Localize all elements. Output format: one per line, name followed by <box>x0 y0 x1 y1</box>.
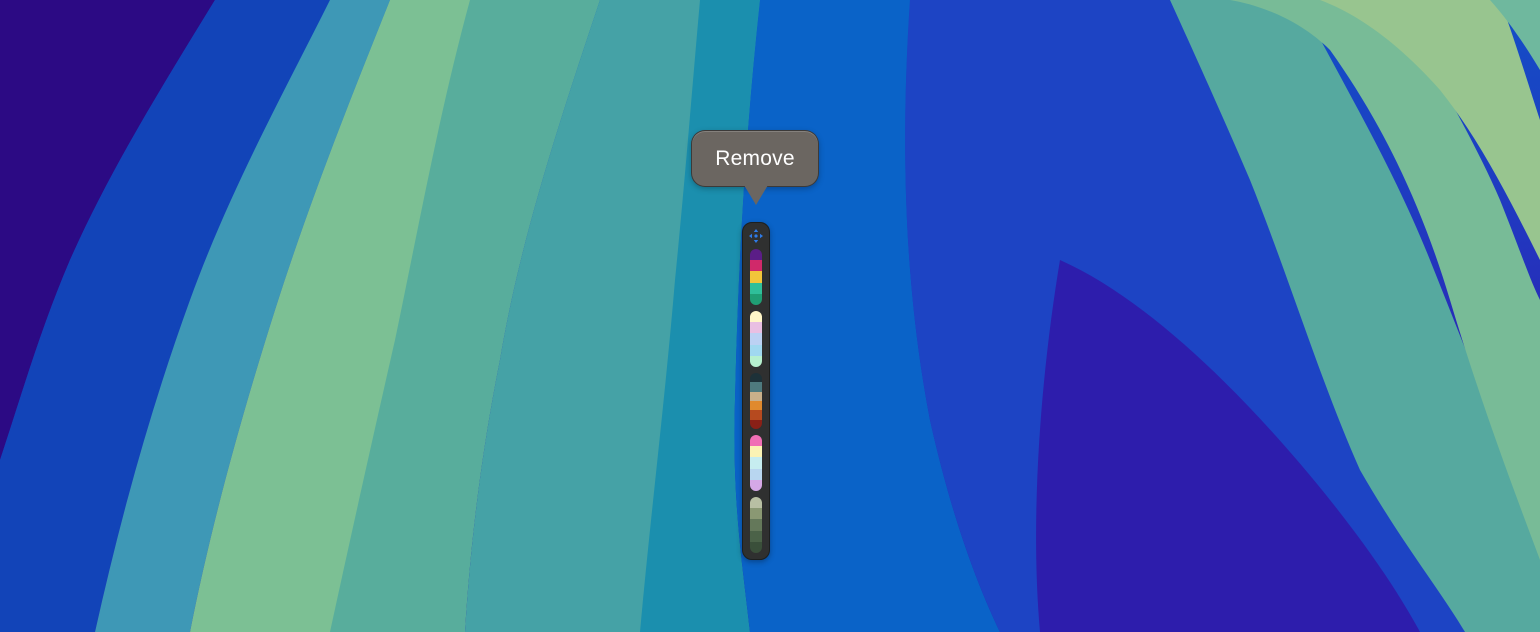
palette-color-band <box>750 373 762 383</box>
palette-color-band <box>750 419 762 429</box>
palette-color-band <box>750 446 762 458</box>
palette-color-band <box>750 519 762 531</box>
desktop: Remove <box>0 0 1540 632</box>
palette-color-band <box>750 541 762 553</box>
palette-color-band <box>750 333 762 345</box>
wallpaper <box>0 0 1540 632</box>
palette-color-band <box>750 322 762 334</box>
palette-color-band <box>750 410 762 420</box>
palette-color-band <box>750 468 762 480</box>
remove-tooltip: Remove <box>691 130 819 187</box>
palette-color-band <box>750 355 762 367</box>
palette-color-band <box>750 271 762 283</box>
palette-color-band <box>750 479 762 491</box>
palette-toolbar <box>742 222 770 560</box>
palette-color-band <box>750 508 762 520</box>
palette-color-band <box>750 293 762 305</box>
tooltip-arrow <box>744 185 768 205</box>
palette-color-band <box>750 530 762 542</box>
palette-color-band <box>750 435 762 447</box>
color-palette-swatch-3[interactable] <box>750 373 762 429</box>
move-arrows-icon <box>749 229 763 243</box>
palette-color-band <box>750 260 762 272</box>
palette-color-band <box>750 497 762 509</box>
palette-color-band <box>750 382 762 392</box>
palette-color-band <box>750 282 762 294</box>
color-palette-swatch-5[interactable] <box>750 497 762 553</box>
palette-color-band <box>750 249 762 261</box>
color-palette-swatch-4[interactable] <box>750 435 762 491</box>
palette-color-band <box>750 344 762 356</box>
move-handle[interactable] <box>743 228 769 244</box>
palette-color-band <box>750 457 762 469</box>
color-palette-swatch-1[interactable] <box>750 249 762 305</box>
palette-color-band <box>750 400 762 411</box>
palette-color-band <box>750 391 762 401</box>
color-palette-swatch-2[interactable] <box>750 311 762 367</box>
palette-color-band <box>750 311 762 323</box>
